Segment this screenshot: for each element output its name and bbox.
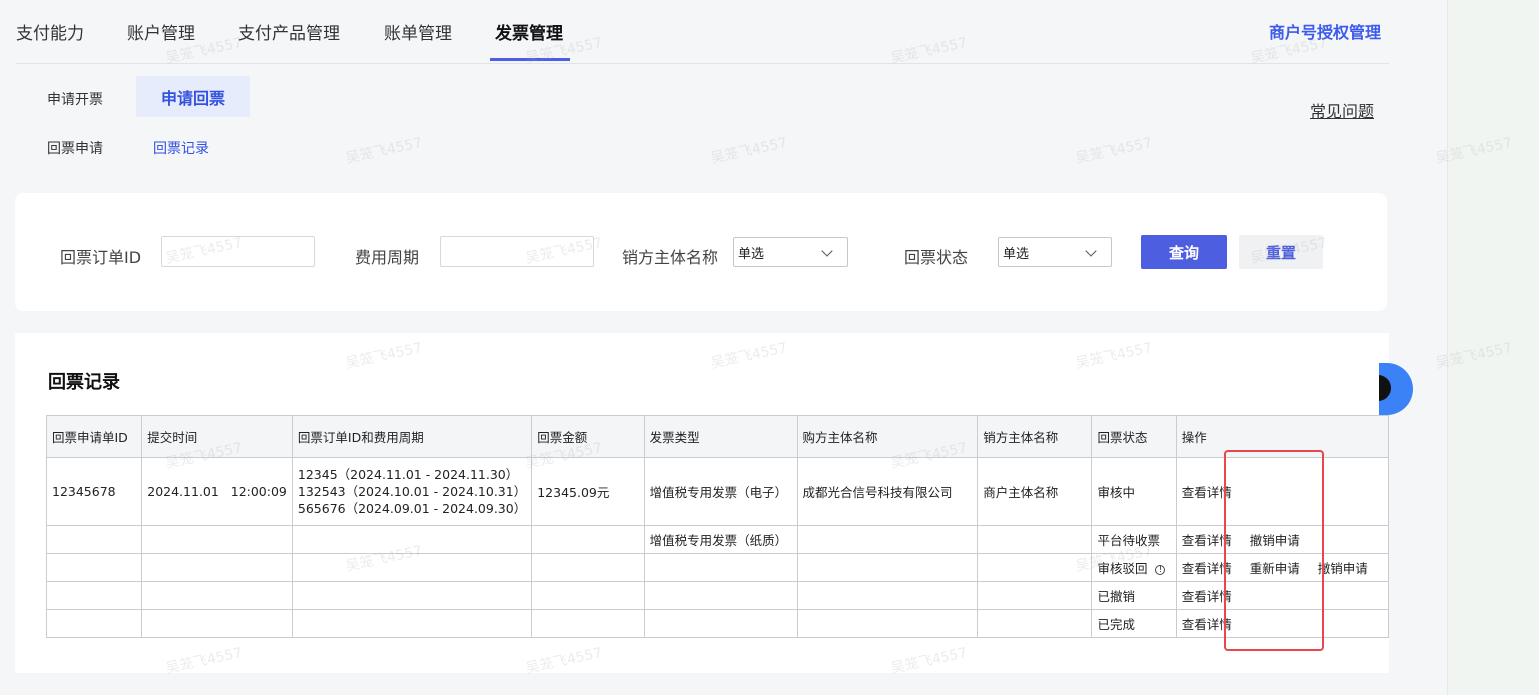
table-row: 增值税专用发票（纸质） 平台待收票 查看详情 撤销申请	[45, 525, 1390, 554]
subtab-apply-invoice[interactable]: 申请开票	[47, 89, 103, 109]
col-header: 提交时间	[141, 415, 293, 458]
status-text: 审核驳回	[1097, 561, 1148, 576]
table-row: 12345678 2024.11.01 12:00:09 12345（2024.…	[45, 457, 1390, 526]
cell-status: 审核中	[1091, 457, 1177, 526]
view-details-link[interactable]: 查看详情	[1182, 561, 1232, 576]
watermark: 吴笼飞4557	[344, 135, 424, 167]
subtab-return-invoice-records[interactable]: 回票记录	[153, 138, 209, 158]
nav-divider	[16, 63, 1389, 64]
cell-invoice-type: 增值税专用发票（电子）	[643, 457, 798, 526]
cancel-application-link[interactable]: 撤销申请	[1318, 561, 1368, 576]
subtab-apply-return-invoice[interactable]: 申请回票	[136, 76, 250, 117]
subtab-return-invoice-apply[interactable]: 回票申请	[47, 138, 103, 158]
info-icon[interactable]: !	[1155, 565, 1166, 575]
right-side-panel	[1447, 0, 1539, 695]
cell-amount: 12345.09元	[531, 457, 645, 526]
active-tab-indicator	[490, 58, 570, 61]
view-details-link[interactable]: 查看详情	[1182, 533, 1232, 548]
order-id-input[interactable]	[161, 236, 315, 267]
col-header: 回票状态	[1091, 415, 1177, 458]
period-input[interactable]	[440, 236, 594, 267]
cell-ops: 查看详情 重新申请 撤销申请	[1175, 553, 1390, 582]
table-row: 已撤销 查看详情	[45, 581, 1390, 610]
cell-status: 审核驳回!	[1091, 553, 1177, 582]
table-row: 已完成 查看详情	[45, 609, 1390, 638]
filter-card: 回票订单ID 费用周期 销方主体名称 单选 回票状态 单选 查询 重置	[15, 193, 1387, 311]
seller-label: 销方主体名称	[622, 248, 719, 267]
tab-invoice-management[interactable]: 发票管理	[495, 19, 563, 44]
status-label: 回票状态	[904, 248, 969, 267]
cell-ops: 查看详情	[1175, 457, 1390, 526]
cell-status: 平台待收票	[1091, 525, 1177, 554]
seller-select[interactable]: 单选	[733, 237, 848, 267]
col-header: 回票申请单ID	[45, 415, 143, 458]
cell-invoice-type: 增值税专用发票（纸质）	[643, 525, 798, 554]
watermark: 吴笼飞4557	[709, 135, 789, 167]
cell-orders: 12345（2024.11.01 - 2024.11.30） 132543（20…	[291, 457, 533, 526]
cell-seller: 商户主体名称	[977, 457, 1093, 526]
col-header: 操作	[1175, 415, 1390, 458]
col-header: 回票订单ID和费用周期	[291, 415, 533, 458]
cell-status: 已撤销	[1091, 581, 1177, 610]
cell-ops: 查看详情	[1175, 609, 1390, 638]
order-line: 565676（2024.09.01 - 2024.09.30）	[297, 501, 527, 516]
col-header: 回票金额	[531, 415, 645, 458]
reapply-link[interactable]: 重新申请	[1250, 561, 1300, 576]
col-header: 销方主体名称	[977, 415, 1093, 458]
cell-buyer: 成都光合信号科技有限公司	[796, 457, 979, 526]
seller-select-value: 单选	[738, 246, 765, 262]
tab-bill-management[interactable]: 账单管理	[384, 19, 452, 44]
cell-id: 12345678	[45, 457, 143, 526]
chevron-down-icon	[821, 245, 833, 257]
tab-payment-capability[interactable]: 支付能力	[16, 19, 84, 44]
order-id-label: 回票订单ID	[60, 248, 142, 267]
tab-account-management[interactable]: 账户管理	[127, 19, 195, 44]
table-header-row: 回票申请单ID 提交时间 回票订单ID和费用周期 回票金额 发票类型 购方主体名…	[45, 415, 1390, 458]
status-select[interactable]: 单选	[998, 237, 1112, 267]
records-card: 回票记录 回票申请单ID 提交时间 回票订单ID和费用周期 回票金额 发票类型 …	[15, 333, 1390, 673]
view-details-link[interactable]: 查看详情	[1182, 485, 1232, 500]
merchant-auth-link[interactable]: 商户号授权管理	[1269, 19, 1381, 43]
cancel-application-link[interactable]: 撤销申请	[1250, 533, 1300, 548]
period-label: 费用周期	[355, 248, 420, 267]
records-title: 回票记录	[48, 372, 120, 393]
view-details-link[interactable]: 查看详情	[1182, 617, 1232, 632]
cell-ops: 查看详情 撤销申请	[1175, 525, 1390, 554]
faq-link[interactable]: 常见问题	[1310, 98, 1374, 122]
watermark: 吴笼飞4557	[1074, 135, 1154, 167]
col-header: 购方主体名称	[796, 415, 979, 458]
chevron-down-icon	[1085, 245, 1097, 257]
floating-assistant-icon[interactable]	[1379, 363, 1413, 415]
col-header: 发票类型	[643, 415, 798, 458]
tab-payment-product-management[interactable]: 支付产品管理	[238, 19, 340, 44]
view-details-link[interactable]: 查看详情	[1182, 589, 1232, 604]
cell-ops: 查看详情	[1175, 581, 1390, 610]
cell-time: 2024.11.01 12:00:09	[141, 457, 293, 526]
top-nav: 支付能力 账户管理 支付产品管理 账单管理 发票管理	[0, 0, 1389, 64]
table-row: 审核驳回! 查看详情 重新申请 撤销申请	[45, 553, 1390, 582]
reset-button[interactable]: 重置	[1239, 235, 1323, 269]
status-select-value: 单选	[1003, 246, 1030, 262]
records-table: 回票申请单ID 提交时间 回票订单ID和费用周期 回票金额 发票类型 购方主体名…	[45, 415, 1390, 638]
order-line: 12345（2024.11.01 - 2024.11.30）	[297, 467, 519, 482]
query-button[interactable]: 查询	[1141, 235, 1227, 269]
order-line: 132543（2024.10.01 - 2024.10.31）	[297, 484, 527, 499]
cell-status: 已完成	[1091, 609, 1177, 638]
